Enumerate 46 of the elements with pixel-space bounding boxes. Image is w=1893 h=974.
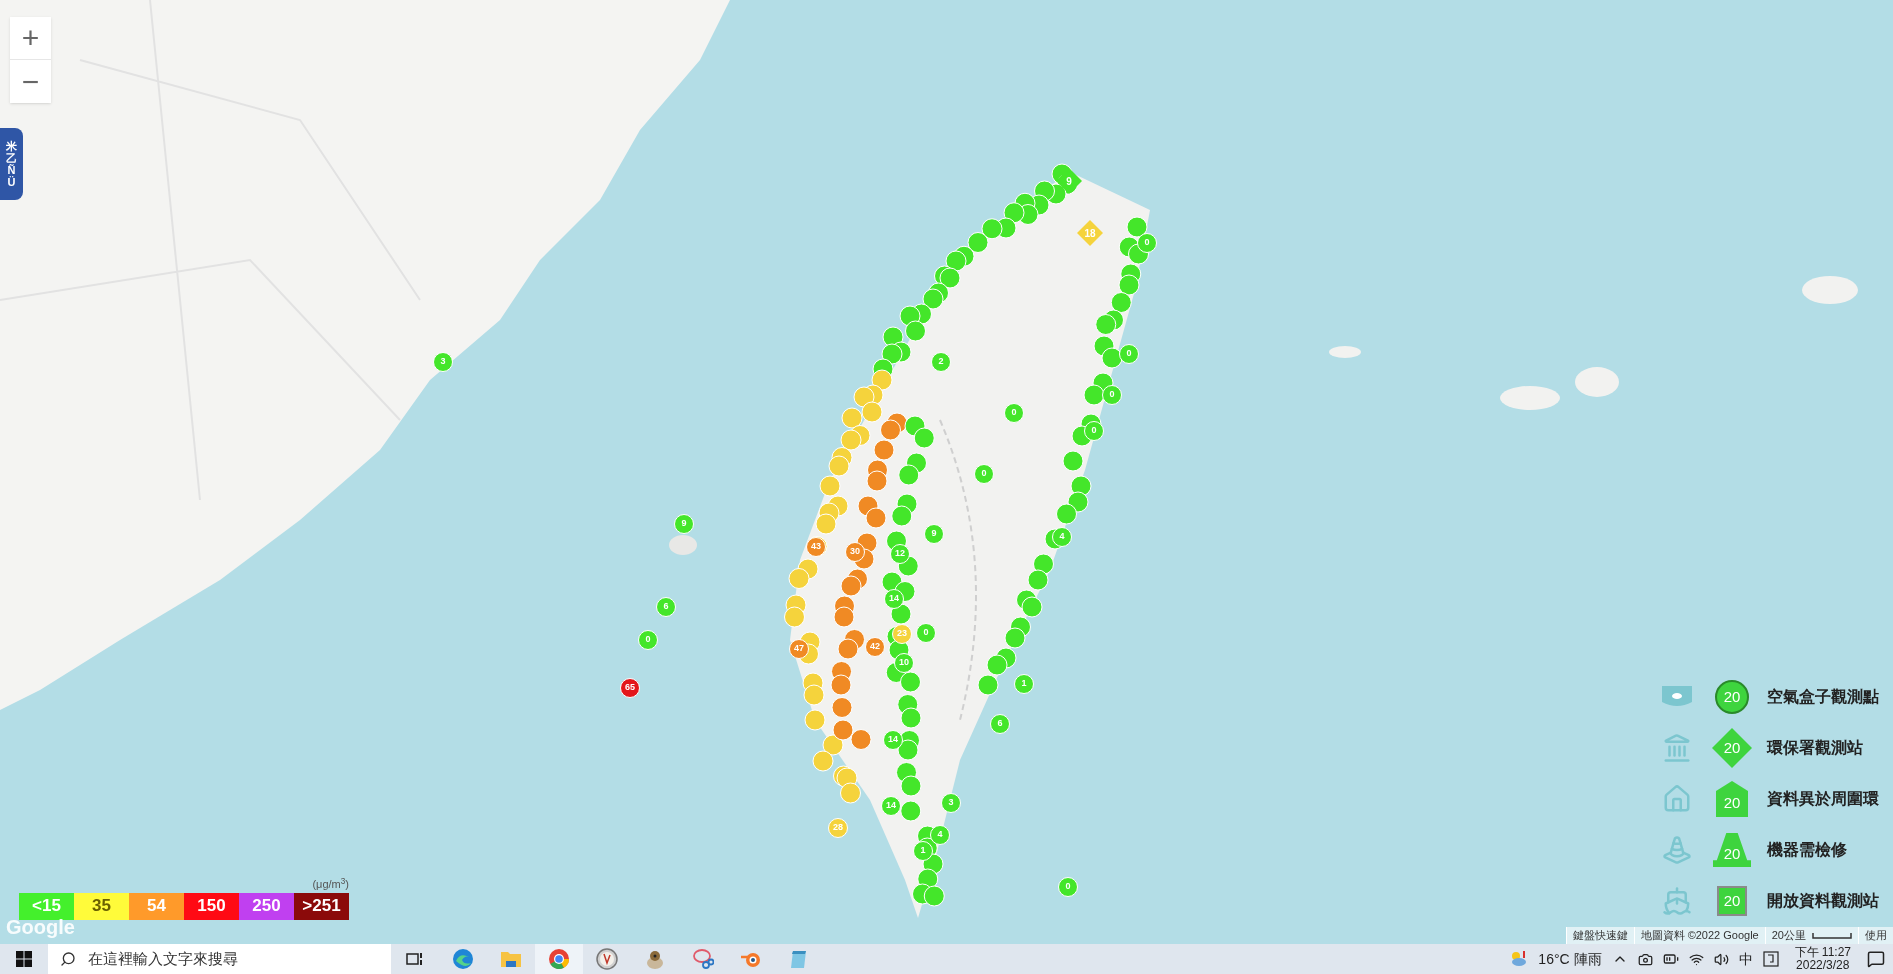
notepad-icon [789,948,809,970]
folder-icon [500,949,522,969]
compass-icon [596,948,618,970]
house-icon [1662,784,1692,814]
square-marker-sample: 20 [1717,886,1747,916]
color-scale-swatch: 54 [129,892,184,920]
attribution-text: 20公里 [1771,928,1806,944]
wifi-icon[interactable] [1688,951,1704,967]
attribution-text[interactable]: 鍵盤快速鍵 [1572,927,1628,944]
scale-bar-icon [1812,932,1852,939]
legend-label: 環保署觀測站 [1767,738,1863,758]
taskbar-app-button[interactable] [535,944,583,974]
color-scale-swatch: 250 [239,892,294,920]
battery-icon[interactable] [1662,951,1679,967]
side-tab[interactable]: 米乙ÑÜ [0,128,23,200]
zoom-out-button[interactable]: − [10,60,51,103]
attribution-text: 使用 [1865,928,1887,944]
windows-start-icon[interactable] [16,951,32,967]
color-scale-swatch: >251 [294,892,349,920]
color-scale-swatch: 150 [184,892,239,920]
scissors-icon [692,948,714,970]
ship-icon [1662,886,1692,916]
weather-text[interactable]: 16°C 陣雨 [1538,948,1602,970]
task-view-icon [406,951,424,967]
notification-icon[interactable] [1867,950,1885,968]
legend-label: 空氣盒子觀測點 [1767,687,1879,707]
animal-icon [644,948,666,970]
unit-label: (μg/m$^{3}$) [312,876,349,892]
traffic-cone-icon [1662,835,1692,865]
clock[interactable]: 下午 11:27 2022/3/28 [1788,946,1857,972]
search-icon [60,951,76,967]
edge-icon [452,948,474,970]
input-method-indicator[interactable]: 中 [1738,948,1753,970]
legend-label: 資料異於周圍環 [1767,789,1879,809]
legend-label: 機器需檢修 [1767,840,1847,860]
camera-icon[interactable] [1637,951,1653,967]
landmark-icon [1662,733,1692,763]
zoom-in-button[interactable]: + [10,17,51,60]
keyboard-mode-icon[interactable] [1762,951,1779,967]
taskbar-search-field[interactable]: 在這裡輸入文字來搜尋 [48,944,391,974]
color-scale-swatch: <15 [19,892,74,920]
chrome-icon [548,948,570,970]
volume-icon[interactable] [1713,951,1729,967]
legend-label: 開放資料觀測站 [1767,891,1879,911]
color-scale-swatch: 35 [74,892,129,920]
attribution-text: 地圖資料 ©2022 Google [1640,928,1759,944]
